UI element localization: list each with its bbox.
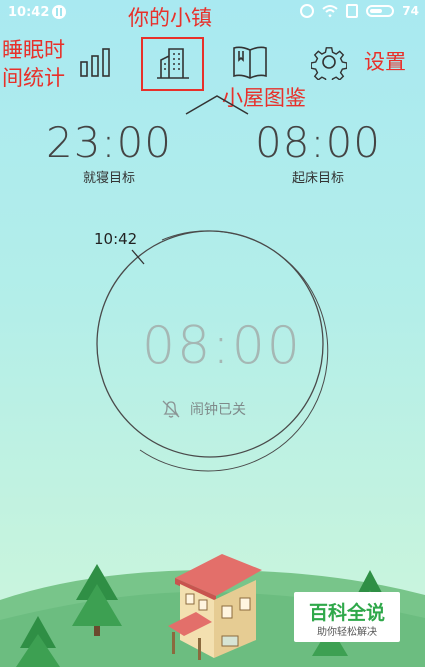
book-icon	[233, 46, 267, 79]
settings-button[interactable]	[310, 44, 348, 85]
status-icons: 74	[300, 4, 419, 18]
sleep-target-label: 就寝目标	[82, 171, 135, 186]
wake-target[interactable]: 08:00 起床目标	[253, 118, 383, 186]
sleep-target-time: 23:00	[45, 118, 173, 167]
annotation-settings: 设置	[364, 50, 406, 74]
current-time-label: 10:42	[94, 230, 138, 248]
bell-off-icon	[162, 400, 180, 418]
annotation-sleep-stats-1: 睡眠时	[2, 38, 65, 62]
battery-level: 74	[402, 4, 419, 18]
alarm-status[interactable]: 闹钟已关	[160, 398, 246, 420]
town-button[interactable]	[155, 44, 191, 82]
sleep-target[interactable]: 23:00 就寝目标	[44, 118, 174, 186]
wake-target-label: 起床目标	[291, 171, 344, 186]
building-icon	[157, 48, 189, 79]
watermark-title: 百科全说	[308, 602, 385, 624]
wake-target-time: 08:00	[254, 118, 382, 167]
alarm-time[interactable]: 08:00	[142, 316, 302, 376]
house-gallery-button[interactable]	[231, 44, 269, 80]
tree-icon	[72, 564, 122, 636]
annotation-your-town: 你的小镇	[128, 6, 212, 30]
media-pause-icon	[52, 5, 66, 19]
sim-icon	[346, 4, 359, 18]
status-bar: 10:42 74	[0, 0, 425, 26]
watermark: 百科全说 助你轻松解决	[294, 592, 400, 642]
current-time-tick	[131, 249, 145, 265]
battery-icon	[366, 5, 395, 17]
alarm-status-label: 闹钟已关	[190, 402, 246, 418]
gear-icon	[310, 47, 348, 85]
wifi-icon	[322, 5, 338, 18]
bar-chart-icon	[80, 48, 110, 77]
sleep-stats-button[interactable]	[78, 44, 114, 80]
alarm-status-icon	[300, 4, 315, 18]
chevron-up-icon[interactable]	[184, 94, 250, 116]
annotation-sleep-stats-2: 间统计	[2, 66, 65, 90]
watermark-subtitle: 助你轻松解决	[317, 627, 377, 638]
status-time: 10:42	[8, 5, 50, 20]
